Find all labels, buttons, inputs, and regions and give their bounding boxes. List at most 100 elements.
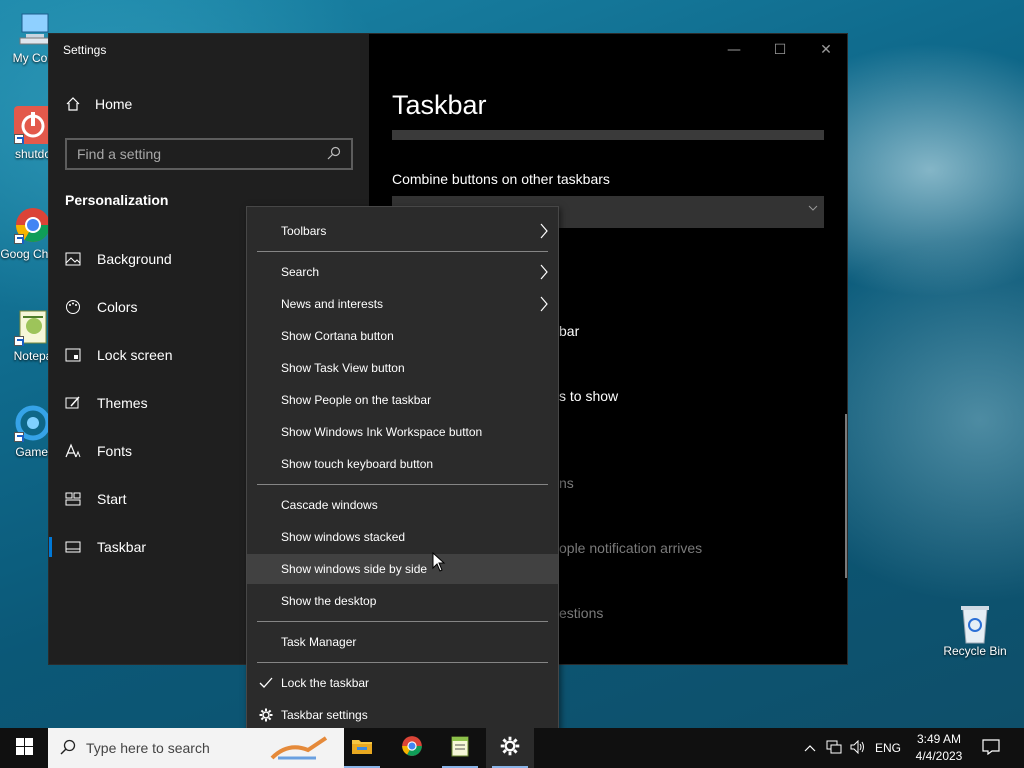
clock-time: 3:49 AM — [916, 732, 962, 746]
sidebar-item-label: Themes — [97, 395, 148, 411]
menu-item-show-people[interactable]: Show People on the taskbar — [247, 385, 558, 415]
taskbar-app-chrome[interactable] — [388, 728, 436, 768]
menu-item-label: Show windows stacked — [281, 530, 406, 544]
shortcut-arrow-icon — [14, 432, 24, 442]
close-button[interactable]: ✕ — [803, 34, 849, 66]
home-icon — [65, 96, 81, 112]
shortcut-arrow-icon — [14, 234, 24, 244]
start-icon — [65, 491, 81, 507]
network-icon-button[interactable] — [824, 728, 844, 768]
menu-separator — [257, 484, 548, 485]
home-link[interactable]: Home — [65, 96, 132, 112]
menu-item-show-ink-workspace[interactable]: Show Windows Ink Workspace button — [247, 417, 558, 447]
menu-item-label: Lock the taskbar — [281, 676, 370, 690]
windows-logo-icon — [15, 737, 33, 759]
menu-item-label: Toolbars — [281, 224, 327, 238]
menu-item-label: Cascade windows — [281, 498, 378, 512]
sidebar-item-label: Start — [97, 491, 127, 507]
setting-text-fragment: estions — [559, 605, 604, 621]
notepad-icon — [14, 308, 52, 346]
sidebar-item-label: Fonts — [97, 443, 133, 459]
search-placeholder: Find a setting — [77, 146, 162, 162]
maximize-button[interactable]: ☐ — [757, 34, 803, 66]
menu-item-show-the-desktop[interactable]: Show the desktop — [247, 586, 558, 616]
scrollbar[interactable] — [845, 414, 847, 578]
menu-item-show-windows-stacked[interactable]: Show windows stacked — [247, 522, 558, 552]
menu-item-label: Show People on the taskbar — [281, 393, 432, 407]
taskbar-search-box[interactable]: Type here to search — [48, 728, 344, 768]
gameloop-icon — [14, 404, 52, 442]
menu-item-show-task-view-button[interactable]: Show Task View button — [247, 353, 558, 383]
section-title: Personalization — [65, 192, 169, 208]
settings-bar — [392, 130, 824, 140]
menu-item-label: Show touch keyboard button — [281, 457, 434, 471]
speaker-icon — [850, 739, 866, 757]
shortcut-arrow-icon — [14, 336, 24, 346]
desktop-icon-recycle-bin[interactable]: Recycle Bin — [940, 603, 1010, 658]
power-icon — [14, 106, 52, 144]
sidebar-item-label: Background — [97, 251, 172, 267]
menu-item-show-cortana-button[interactable]: Show Cortana button — [247, 321, 558, 351]
taskbar-context-menu: Toolbars Search News and interests Show … — [246, 206, 559, 740]
mouse-cursor — [432, 551, 446, 576]
taskbar-app-file-explorer[interactable] — [338, 728, 386, 768]
menu-item-show-touch-keyboard[interactable]: Show touch keyboard button — [247, 449, 558, 479]
menu-item-task-manager[interactable]: Task Manager — [247, 627, 558, 657]
action-center-button[interactable] — [978, 728, 1004, 768]
menu-item-taskbar-settings[interactable]: Taskbar settings — [247, 700, 558, 730]
taskbar-clock[interactable]: 3:49 AM 4/4/2023 — [905, 731, 973, 765]
find-setting-input[interactable]: Find a setting — [65, 138, 353, 170]
menu-item-lock-the-taskbar[interactable]: Lock the taskbar — [247, 668, 558, 698]
setting-text-fragment: s to show — [559, 388, 619, 404]
menu-item-toolbars[interactable]: Toolbars — [247, 216, 558, 246]
network-icon — [826, 740, 842, 757]
taskbar: Type here to search ENG 3:49 AM 4/4/2023 — [0, 728, 1024, 768]
menu-item-cascade-windows[interactable]: Cascade windows — [247, 490, 558, 520]
volume-icon-button[interactable] — [848, 728, 868, 768]
menu-item-label: Show Cortana button — [281, 329, 394, 343]
menu-item-search[interactable]: Search — [247, 257, 558, 287]
taskbar-app-settings[interactable] — [486, 728, 534, 768]
menu-item-label: Taskbar settings — [281, 708, 368, 722]
chrome-icon — [14, 206, 52, 244]
language-indicator[interactable]: ENG — [872, 728, 904, 768]
menu-item-label: Show Task View button — [281, 361, 405, 375]
gear-icon — [258, 707, 274, 723]
sidebar-item-label: Colors — [97, 299, 138, 315]
chevron-right-icon — [539, 296, 549, 312]
sidebar-item-label: Taskbar — [97, 539, 147, 555]
checkmark-icon — [258, 675, 274, 691]
menu-item-news-and-interests[interactable]: News and interests — [247, 289, 558, 319]
search-icon — [60, 739, 76, 758]
menu-separator — [257, 251, 548, 252]
window-title: Settings — [63, 43, 107, 57]
taskbar-icon — [65, 539, 81, 555]
minimize-button[interactable]: — — [711, 34, 757, 66]
taskbar-search-placeholder: Type here to search — [86, 740, 210, 756]
page-title: Taskbar — [392, 90, 487, 120]
themes-icon — [65, 395, 81, 411]
menu-item-label: Show windows side by side — [281, 562, 428, 576]
clock-date: 4/4/2023 — [915, 749, 963, 763]
taskbar-app-notepad[interactable] — [436, 728, 484, 768]
menu-item-show-windows-side-by-side[interactable]: Show windows side by side — [247, 554, 558, 584]
home-label: Home — [95, 96, 133, 112]
notification-icon — [982, 738, 1000, 758]
search-highlight-icon — [268, 736, 332, 763]
recycle-bin-icon — [956, 603, 994, 644]
start-button[interactable] — [0, 728, 48, 768]
search-icon — [327, 146, 341, 163]
fonts-icon — [65, 443, 81, 459]
setting-text-fragment: bar — [559, 323, 580, 339]
setting-text-fragment: ns — [559, 475, 574, 491]
combine-buttons-label: Combine buttons on other taskbars — [392, 171, 610, 187]
shortcut-arrow-icon — [14, 134, 24, 144]
window-controls: — ☐ ✕ — [711, 34, 849, 66]
palette-icon — [65, 299, 81, 315]
lock-screen-icon — [65, 347, 81, 363]
chrome-icon — [401, 735, 423, 761]
menu-item-label: Task Manager — [281, 635, 357, 649]
show-hidden-icons-button[interactable] — [800, 728, 820, 768]
setting-text-fragment: ople notification arrives — [559, 540, 703, 556]
menu-item-label: Show the desktop — [281, 594, 377, 608]
